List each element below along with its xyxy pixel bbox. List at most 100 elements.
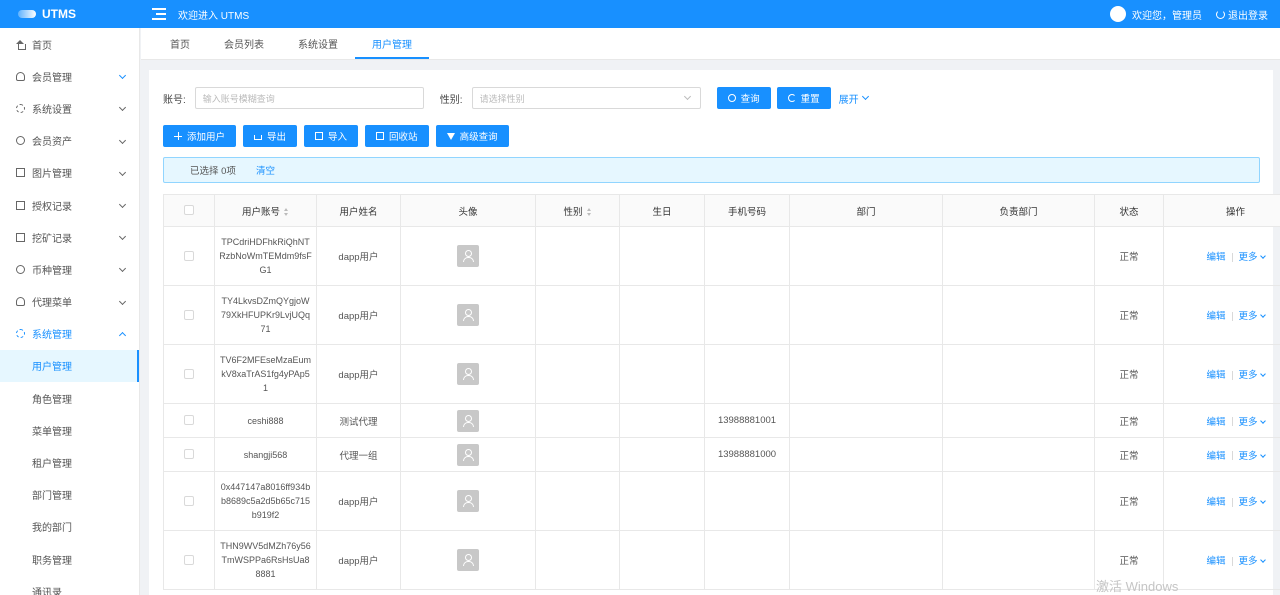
row-checkbox[interactable] — [184, 415, 194, 426]
expand-link[interactable]: 展开 — [839, 91, 869, 106]
row-checkbox-cell — [163, 403, 215, 438]
cell-phone — [704, 285, 790, 345]
sidebar-item-agent-menu[interactable]: 代理菜单 — [0, 286, 139, 318]
cell-actions: 编辑 更多 — [1163, 285, 1280, 345]
more-label: 更多 — [1238, 252, 1258, 263]
sidebar-item-label: 会员资产 — [32, 137, 72, 149]
avatar-placeholder-icon — [457, 245, 479, 267]
sidebar-item-auth-record[interactable]: 授权记录 — [0, 189, 139, 221]
sidebar-item-label: 图片管理 — [32, 169, 72, 181]
more-label: 更多 — [1238, 416, 1258, 428]
sidebar-item-label: 代理菜单 — [32, 298, 72, 310]
row-checkbox[interactable] — [184, 495, 194, 506]
user-area: 欢迎您，管理员 退出登录 — [1110, 6, 1280, 22]
cell-account: THN9WV5dMZh76y56TmWSPPa6RsHsUa88881 — [214, 530, 317, 590]
logo-text: UTMS — [42, 7, 76, 21]
sidebar-item-mining-record[interactable]: 挖矿记录 — [0, 221, 139, 253]
cell-name: dapp用户 — [316, 226, 401, 286]
menu-fold-icon[interactable] — [152, 8, 166, 20]
sidebar-item-system-management[interactable]: 系统管理 — [0, 318, 139, 350]
plus-icon — [174, 132, 182, 140]
more-link[interactable]: 更多 — [1239, 370, 1266, 381]
row-checkbox[interactable] — [184, 368, 194, 379]
sidebar-subitem-position-management[interactable]: 职务管理 — [0, 543, 139, 575]
sidebar-subitem-user-management[interactable]: 用户管理 — [0, 349, 139, 383]
cell-birthday — [619, 530, 705, 590]
sort-icon[interactable] — [586, 207, 592, 216]
sex-select-placeholder: 请选择性别 — [479, 93, 525, 104]
sidebar-item-image[interactable]: 图片管理 — [0, 157, 139, 189]
row-checkbox[interactable] — [184, 309, 194, 320]
reset-button[interactable]: 重置 — [776, 87, 831, 109]
recycle-bin-button[interactable]: 回收站 — [365, 125, 429, 147]
chevron-down-icon — [1259, 557, 1266, 563]
user-icon — [16, 71, 25, 81]
chevron-down-icon — [118, 265, 127, 273]
more-link[interactable]: 更多 — [1239, 451, 1266, 462]
column-header-account[interactable]: 用户账号 — [214, 194, 317, 227]
tab-system-settings[interactable]: 系统设置 — [281, 28, 355, 59]
row-checkbox[interactable] — [184, 250, 194, 261]
edit-link[interactable]: 编辑 — [1206, 451, 1225, 462]
sidebar-subitem-tenant-management[interactable]: 租户管理 — [0, 446, 139, 478]
edit-link[interactable]: 编辑 — [1206, 311, 1225, 322]
sidebar-subitem-menu-management[interactable]: 菜单管理 — [0, 414, 139, 446]
logo[interactable]: UTMS — [0, 0, 140, 28]
chevron-down-icon — [118, 297, 127, 305]
account-search-input[interactable]: 输入账号模糊查询 — [194, 87, 424, 109]
more-link[interactable]: 更多 — [1238, 252, 1266, 263]
sex-select[interactable]: 请选择性别 — [471, 87, 701, 109]
tab-user-management[interactable]: 用户管理 — [355, 28, 429, 59]
cell-dept — [789, 530, 943, 590]
sidebar-item-member[interactable]: 会员管理 — [0, 60, 139, 92]
add-user-button[interactable]: 添加用户 — [163, 125, 237, 147]
sidebar-subitem-dept-management[interactable]: 部门管理 — [0, 479, 139, 511]
sidebar-item-system-settings[interactable]: 系统设置 — [0, 92, 139, 124]
row-checkbox[interactable] — [184, 449, 194, 460]
select-all-checkbox[interactable] — [184, 205, 194, 216]
sidebar-item-member-assets[interactable]: 会员资产 — [0, 125, 139, 157]
edit-link[interactable]: 编辑 — [1206, 497, 1225, 508]
table-header-row: 用户账号 用户姓名 头像 性别 生日 手机号码 部门 负责部门 状态 操作 — [163, 194, 1280, 227]
cell-avatar — [400, 344, 536, 404]
sidebar-subitem-my-dept[interactable]: 我的部门 — [0, 511, 139, 543]
more-link[interactable]: 更多 — [1239, 497, 1266, 508]
sort-icon[interactable] — [284, 207, 289, 216]
user-avatar[interactable] — [1110, 6, 1126, 22]
edit-link[interactable]: 编辑 — [1206, 556, 1225, 567]
import-button[interactable]: 导入 — [304, 125, 359, 147]
sidebar-subitem-role-management[interactable]: 角色管理 — [0, 382, 139, 414]
record-icon — [16, 232, 25, 242]
download-icon — [254, 135, 263, 140]
column-header-sex[interactable]: 性别 — [535, 194, 620, 227]
cell-status: 正常 — [1094, 344, 1164, 404]
cell-dept — [789, 285, 943, 345]
row-checkbox-cell — [163, 530, 215, 590]
sidebar-item-label: 会员管理 — [32, 72, 72, 84]
cell-responsible-dept — [942, 437, 1095, 472]
tab-member-list[interactable]: 会员列表 — [207, 28, 281, 59]
chevron-down-icon — [1259, 371, 1266, 377]
edit-link[interactable]: 编辑 — [1206, 252, 1225, 263]
advanced-query-button[interactable]: 高级查询 — [435, 125, 509, 147]
more-link[interactable]: 更多 — [1239, 311, 1266, 322]
top-bar: UTMS 欢迎进入 UTMS 欢迎您，管理员 退出登录 — [0, 0, 1280, 28]
clear-selection-link[interactable]: 清空 — [256, 163, 275, 177]
edit-link[interactable]: 编辑 — [1206, 417, 1225, 428]
table-row: ceshi888 测试代理 13988881001 正常 编辑 更多 — [163, 403, 1280, 438]
divider — [1231, 497, 1233, 507]
tab-home[interactable]: 首页 — [153, 28, 207, 59]
query-button[interactable]: 查询 — [716, 87, 771, 109]
logout-button[interactable]: 退出登录 — [1216, 7, 1268, 22]
account-label: 账号: — [163, 94, 186, 106]
user-greeting[interactable]: 欢迎您，管理员 — [1132, 7, 1202, 22]
recycle-bin-label: 回收站 — [389, 132, 418, 143]
sidebar-item-currency[interactable]: 币种管理 — [0, 253, 139, 285]
export-button[interactable]: 导出 — [243, 125, 298, 147]
sidebar-item-home[interactable]: 首页 — [0, 28, 139, 60]
more-link[interactable]: 更多 — [1238, 416, 1266, 428]
edit-link[interactable]: 编辑 — [1206, 370, 1225, 381]
sidebar-subitem-address-book[interactable]: 通讯录 — [0, 575, 139, 595]
more-link[interactable]: 更多 — [1239, 556, 1266, 567]
row-checkbox[interactable] — [184, 554, 194, 565]
